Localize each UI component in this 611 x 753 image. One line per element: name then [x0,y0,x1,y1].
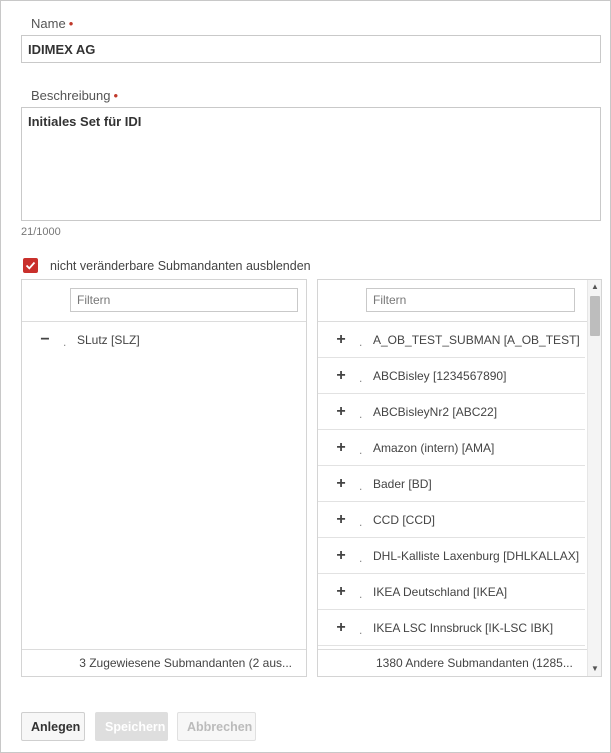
list-item-label: A_OB_TEST_SUBMAN [A_OB_TEST] [373,332,580,347]
item-dot: . [63,335,67,349]
plus-icon[interactable]: + [335,475,347,492]
item-dot: . [359,622,363,637]
item-dot: . [359,406,363,421]
plus-icon[interactable]: + [335,331,347,348]
name-label: Name • [31,16,74,31]
list-item[interactable]: + . ABCBisleyNr2 [ABC22] [318,394,585,430]
assigned-panel: − . SLutz [SLZ] 3 Zugewiesene Submandant… [21,279,307,677]
list-item-label: IKEA LSC Innsbruck [IK-LSC IBK] [373,620,554,635]
plus-icon[interactable]: + [335,439,347,456]
item-dot: . [359,586,363,601]
required-marker: • [68,16,74,31]
list-item-label: SLutz [SLZ] [77,333,140,347]
assigned-filter-input[interactable] [70,288,298,312]
scroll-down-icon[interactable]: ▼ [588,662,601,676]
assigned-footer: 3 Zugewiesene Submandanten (2 aus... [22,649,306,676]
checkmark-icon [25,261,36,270]
list-item[interactable]: + . IKEA Deutschland [IKEA] [318,574,585,610]
plus-icon[interactable]: + [335,547,347,564]
item-dot: . [359,370,363,385]
description-textarea[interactable] [21,107,601,221]
list-item-label: Bader [BD] [373,476,432,491]
available-panel: + . A_OB_TEST_SUBMAN [A_OB_TEST] + . ABC… [317,279,602,677]
hide-immutable-checkbox[interactable] [23,258,38,273]
list-item[interactable]: + . DHL-Kalliste Laxenburg [DHLKALLAX] [318,538,585,574]
list-item-label: Amazon (intern) [AMA] [373,440,495,455]
available-filter-input[interactable] [366,288,575,312]
hide-immutable-label: nicht veränderbare Submandanten ausblend… [50,258,311,273]
available-footer: 1380 Andere Submandanten (1285... [318,649,587,676]
item-dot: . [359,550,363,565]
plus-icon[interactable]: + [335,367,347,384]
available-scrollbar[interactable]: ▲ ▼ [587,280,601,676]
item-dot: . [359,478,363,493]
scrollbar-thumb[interactable] [590,296,600,336]
plus-icon[interactable]: + [335,511,347,528]
list-item-label: ABCBisleyNr2 [ABC22] [373,404,498,419]
char-counter: 21/1000 [21,226,61,238]
assigned-filter-bar [22,280,306,322]
list-item[interactable]: + . Bader [BD] [318,466,585,502]
hide-immutable-row: nicht veränderbare Submandanten ausblend… [23,258,311,273]
list-item-label: DHL-Kalliste Laxenburg [DHLKALLAX] [373,548,580,563]
list-item[interactable]: + . A_OB_TEST_SUBMAN [A_OB_TEST] [318,322,585,358]
create-button[interactable]: Anlegen [21,712,85,741]
list-item[interactable]: − . SLutz [SLZ] [22,322,306,358]
list-item-label: ABCBisley [1234567890] [373,368,507,383]
scroll-up-icon[interactable]: ▲ [588,280,601,294]
cancel-button[interactable]: Abbrechen [177,712,256,741]
dialog-frame: Name• Beschreibung• 21/1000 nicht veränd… [0,0,611,753]
plus-icon[interactable]: + [335,583,347,600]
required-marker: • [113,88,119,103]
description-label: Beschreibung • [31,88,119,103]
name-input[interactable] [21,35,601,63]
list-item[interactable]: + . Amazon (intern) [AMA] [318,430,585,466]
item-dot: . [359,442,363,457]
list-item[interactable]: + . ABCBisley [1234567890] [318,358,585,394]
list-item-label: IKEA Deutschland [IKEA] [373,584,508,599]
plus-icon[interactable]: + [335,619,347,636]
plus-icon[interactable]: + [335,403,347,420]
minus-icon[interactable]: − [39,332,51,348]
list-item-label: CCD [CCD] [373,512,435,527]
list-item[interactable]: + . IKEA LSC Innsbruck [IK-LSC IBK] [318,610,585,646]
save-button[interactable]: Speichern [95,712,168,741]
item-dot: . [359,334,363,349]
item-dot: . [359,514,363,529]
list-item[interactable]: + . CCD [CCD] [318,502,585,538]
available-filter-bar [318,280,587,322]
